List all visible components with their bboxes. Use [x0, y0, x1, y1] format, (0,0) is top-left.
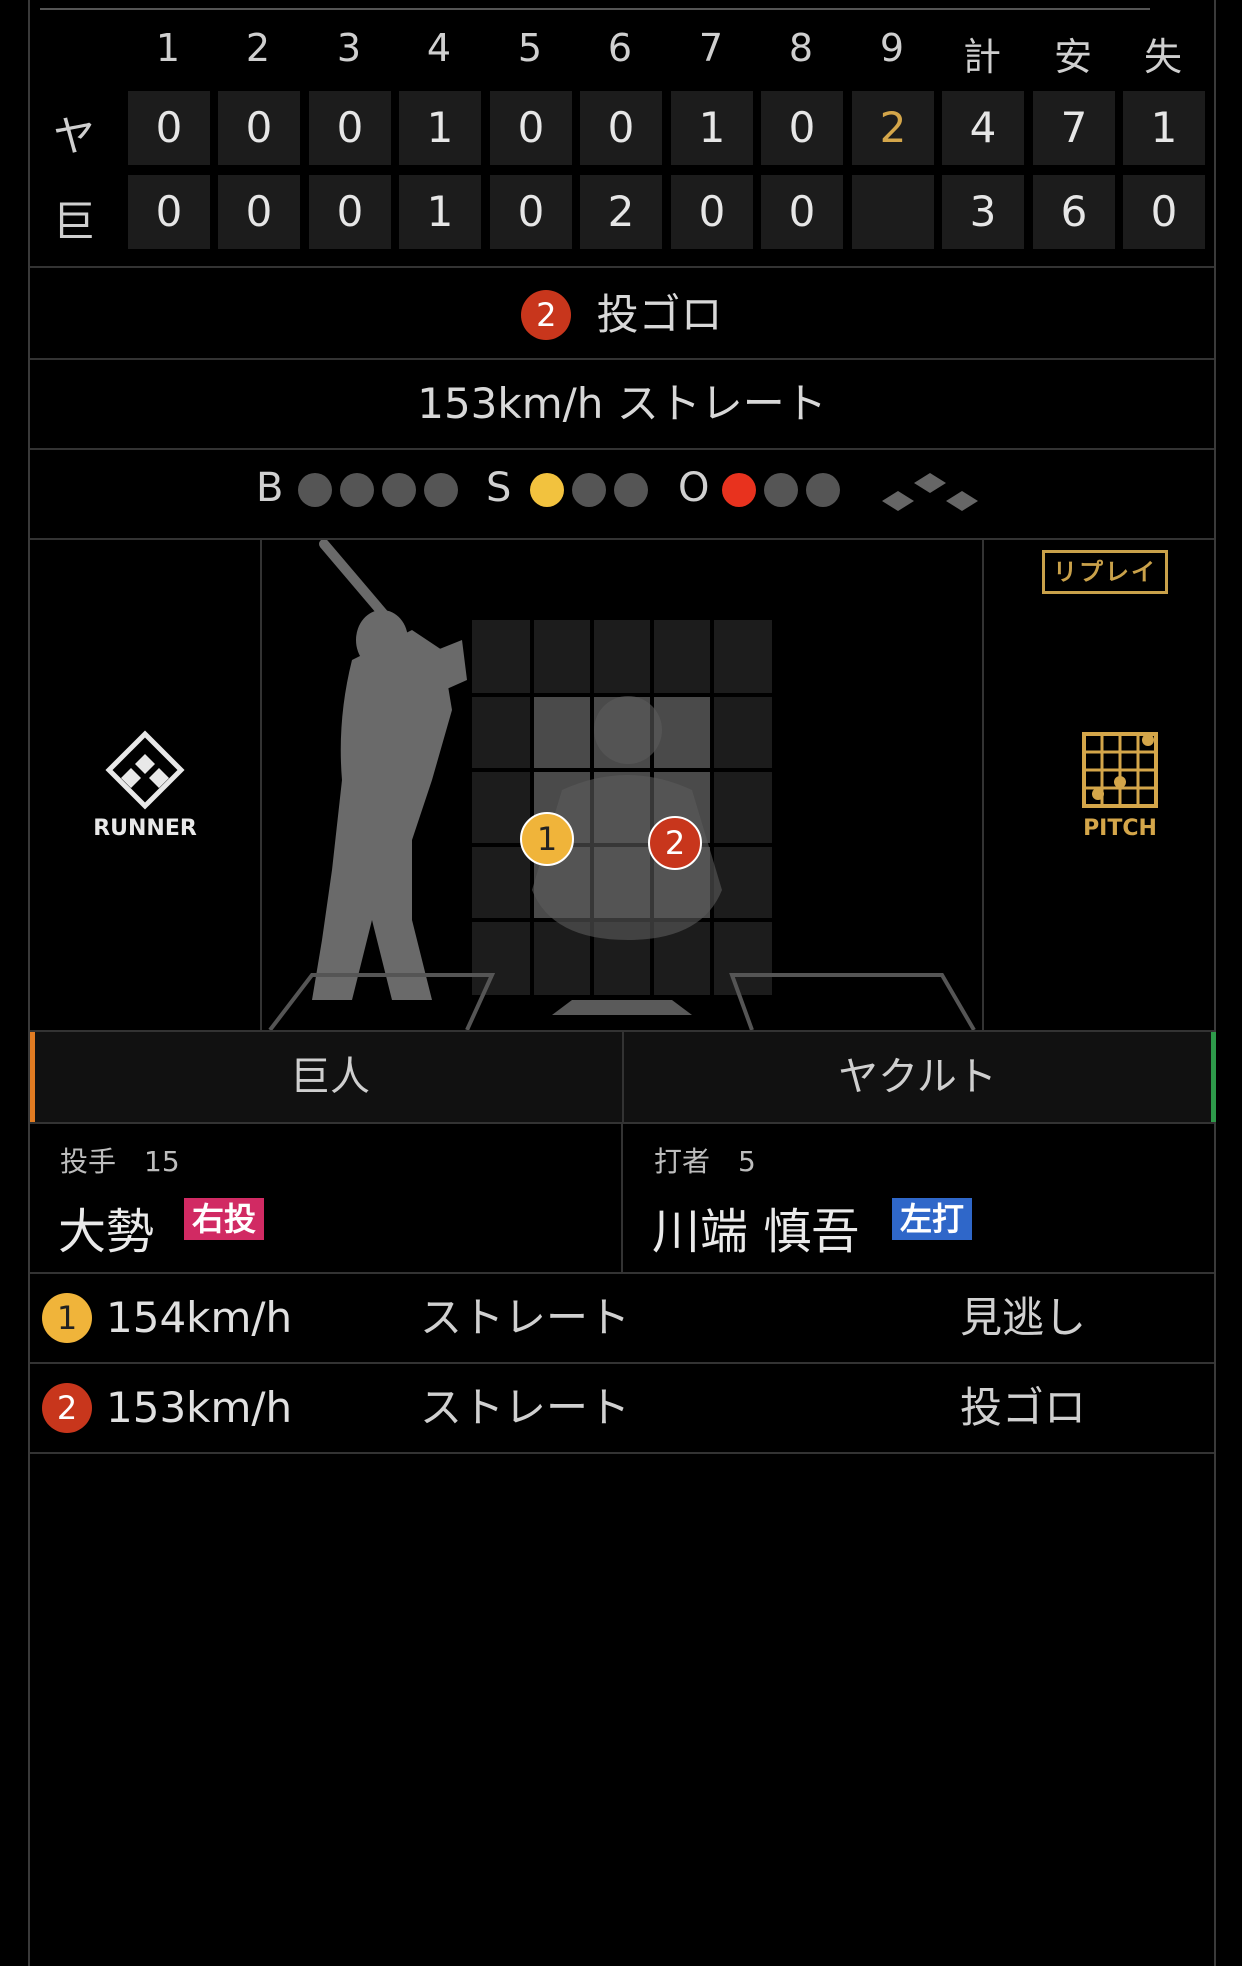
team-header: 巨人 ヤクルト	[30, 1030, 1216, 1124]
total-cell: 3	[942, 175, 1024, 249]
strike-dot	[614, 473, 648, 507]
divider	[621, 1122, 623, 1272]
pitch-result: 投ゴロ	[960, 1383, 1087, 1432]
strike-dot	[572, 473, 606, 507]
inning-header: 5	[517, 26, 543, 70]
score-cell: 0	[580, 91, 662, 165]
pitch-row[interactable]: 2 153km/h ストレート 投ゴロ	[30, 1364, 1214, 1454]
inning-header: 4	[426, 26, 452, 70]
out-dot	[806, 473, 840, 507]
pitch-zone-area: RUNNER リプレイ 1 2 PITCH	[30, 540, 1214, 1030]
total-header: 計	[962, 35, 1001, 79]
balls-label: B	[256, 465, 284, 511]
score-cell: 0	[218, 91, 300, 165]
score-cell: 0	[761, 91, 843, 165]
scoreboard: 1 2 3 4 5 6 7 8 9 計 安 失 ヤ 巨 0 0 0 1 0 0 …	[30, 8, 1214, 266]
inning-header: 8	[788, 26, 814, 70]
score-cell: 0	[128, 91, 210, 165]
score-cell: 1	[399, 91, 481, 165]
out-dot-on	[722, 473, 756, 507]
ball-count: B S O	[30, 455, 1214, 525]
ball-dot	[340, 473, 374, 507]
pitch-number-badge: 1	[42, 1293, 92, 1343]
score-cell: 1	[671, 91, 753, 165]
ball-dot	[382, 473, 416, 507]
score-cell: 2	[580, 175, 662, 249]
pitcher-name: 大勢	[58, 1204, 155, 1260]
pitch-type: ストレート	[420, 1293, 631, 1342]
total-cell: 4	[942, 91, 1024, 165]
game-panel: 1 2 3 4 5 6 7 8 9 計 安 失 ヤ 巨 0 0 0 1 0 0 …	[28, 0, 1216, 1966]
pitch-number-badge: 2	[521, 289, 572, 340]
pitch-speed: 154km/h	[106, 1293, 293, 1342]
errors-cell: 0	[1123, 175, 1205, 249]
score-cell	[852, 175, 934, 249]
pitcher-hand-badge: 右投	[184, 1198, 265, 1240]
batter-silhouette	[312, 540, 467, 1000]
strike-zone-graphic	[268, 540, 976, 1030]
ball-dot	[424, 473, 458, 507]
score-cell: 0	[309, 175, 391, 249]
score-cell: 0	[218, 175, 300, 249]
pitch-button[interactable]: PITCH	[1060, 730, 1180, 841]
pitch-marker-number: 1	[520, 812, 574, 866]
hits-cell: 6	[1033, 175, 1115, 249]
score-cell: 0	[309, 91, 391, 165]
out-dot	[764, 473, 798, 507]
ball-dot	[298, 473, 332, 507]
strikes-label: S	[486, 465, 512, 511]
divider	[30, 448, 1214, 450]
team-abbrev-home: 巨	[52, 197, 95, 246]
inning-header: 2	[245, 26, 271, 70]
pitch-grid-icon	[1082, 732, 1158, 808]
inning-header: 9	[879, 26, 905, 70]
pitch-speed: 153km/h	[106, 1383, 293, 1432]
errors-header: 失	[1143, 35, 1182, 79]
batter-view: リプレイ 1 2	[260, 540, 1168, 1030]
runner-label: RUNNER	[93, 816, 197, 841]
score-cell: 0	[490, 91, 572, 165]
pitch-marker-1[interactable]: 1	[520, 812, 574, 866]
score-cell: 0	[128, 175, 210, 249]
inning-header: 7	[698, 26, 724, 70]
pitch-marker-number: 2	[648, 816, 702, 870]
errors-cell: 1	[1123, 91, 1205, 165]
pitch-marker-2[interactable]: 2	[648, 816, 702, 870]
bases-icon	[882, 473, 978, 511]
play-result-text: 投ゴロ	[596, 289, 723, 339]
matchup: 投手 15 大勢 右投 打者 5 川端 慎吾 左打	[30, 1122, 1214, 1274]
pitch-label: PITCH	[1083, 816, 1157, 841]
inning-header: 1	[155, 26, 181, 70]
team-giants: 巨人	[30, 1032, 625, 1122]
team-swallows: ヤクルト	[622, 1032, 1216, 1122]
strike-dot-on	[530, 473, 564, 507]
score-cell: 1	[399, 175, 481, 249]
inning-header: 6	[607, 26, 633, 70]
pitch-number-badge: 2	[42, 1383, 92, 1433]
hits-cell: 7	[1033, 91, 1115, 165]
outs-label: O	[678, 465, 710, 511]
score-cell: 0	[490, 175, 572, 249]
batter-label: 打者 5	[654, 1145, 756, 1178]
pitch-row[interactable]: 1 154km/h ストレート 見逃し	[30, 1274, 1214, 1364]
pitch-type: ストレート	[420, 1383, 631, 1432]
score-cell: 0	[761, 175, 843, 249]
inning-header: 3	[336, 26, 362, 70]
replay-button[interactable]: リプレイ	[1042, 550, 1168, 594]
pitch-result: 見逃し	[960, 1293, 1087, 1342]
pitch-info: 153km/h ストレート	[417, 379, 827, 428]
team-abbrev-away: ヤ	[52, 112, 95, 161]
pitcher-label: 投手 15	[60, 1145, 180, 1178]
hits-header: 安	[1053, 35, 1092, 79]
score-cell-current: 2	[852, 91, 934, 165]
score-cell: 0	[671, 175, 753, 249]
runner-diamond-icon	[105, 730, 185, 810]
batter-name: 川端 慎吾	[652, 1204, 860, 1260]
play-result: 2 投ゴロ	[30, 268, 1214, 356]
zone-grid	[472, 620, 772, 995]
runner-button[interactable]: RUNNER	[85, 730, 205, 841]
batter-hand-badge: 左打	[892, 1198, 973, 1240]
